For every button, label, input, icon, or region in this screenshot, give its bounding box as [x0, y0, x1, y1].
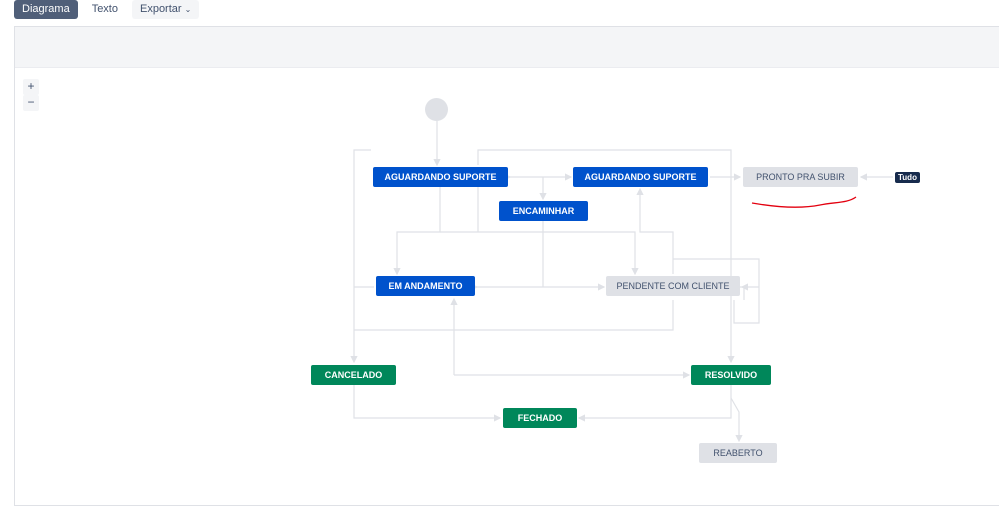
status-aguardando-suporte-1[interactable]: AGUARDANDO SUPORTE [373, 167, 508, 187]
status-fechado[interactable]: FECHADO [503, 408, 577, 428]
transition-lines [350, 121, 893, 443]
transition-line [730, 397, 743, 443]
red-underline-annotation [751, 196, 857, 208]
transition-line [354, 300, 674, 331]
transition-line [577, 385, 732, 422]
status-reaberto[interactable]: REABERTO [699, 443, 777, 463]
status-pronto-pra-subir[interactable]: PRONTO PRA SUBIR [743, 167, 858, 187]
transition-line [636, 187, 674, 274]
status-pendente-com-cliente[interactable]: PENDENTE COM CLIENTE [606, 276, 740, 296]
status-cancelado[interactable]: CANCELADO [311, 365, 396, 385]
status-aguardando-suporte-2[interactable]: AGUARDANDO SUPORTE [573, 167, 708, 187]
start-node [425, 98, 448, 121]
transition-line [353, 385, 502, 422]
global-transition-badge[interactable]: Tudo [895, 172, 920, 183]
status-encaminhar[interactable]: ENCAMINHAR [499, 201, 588, 221]
transition-line [393, 187, 441, 276]
status-resolvido[interactable]: RESOLVIDO [691, 365, 771, 385]
transition-line [440, 231, 639, 276]
status-em-andamento[interactable]: EM ANDAMENTO [376, 276, 475, 296]
